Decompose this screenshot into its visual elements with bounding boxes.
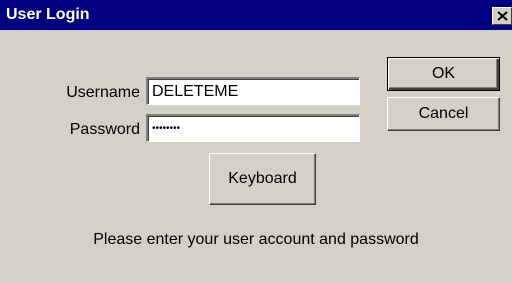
window-title: User Login: [6, 6, 90, 23]
password-input[interactable]: [146, 114, 360, 142]
close-icon: [497, 11, 508, 21]
keyboard-button-label: Keyboard: [228, 170, 297, 187]
username-input[interactable]: [146, 77, 360, 105]
username-label: Username: [66, 84, 140, 101]
keyboard-button[interactable]: Keyboard: [209, 153, 316, 205]
title-bar[interactable]: User Login: [0, 0, 512, 30]
ok-button-label: OK: [431, 65, 456, 82]
login-instructions: Please enter your user account and passw…: [93, 231, 419, 248]
ok-button[interactable]: OK: [387, 57, 500, 91]
password-label: Password: [69, 121, 140, 138]
cancel-button[interactable]: Cancel: [387, 97, 500, 131]
close-button[interactable]: [492, 7, 512, 25]
cancel-button-label: Cancel: [418, 105, 469, 122]
user-login-dialog: User Login Username Password OK Cancel K…: [0, 0, 512, 283]
